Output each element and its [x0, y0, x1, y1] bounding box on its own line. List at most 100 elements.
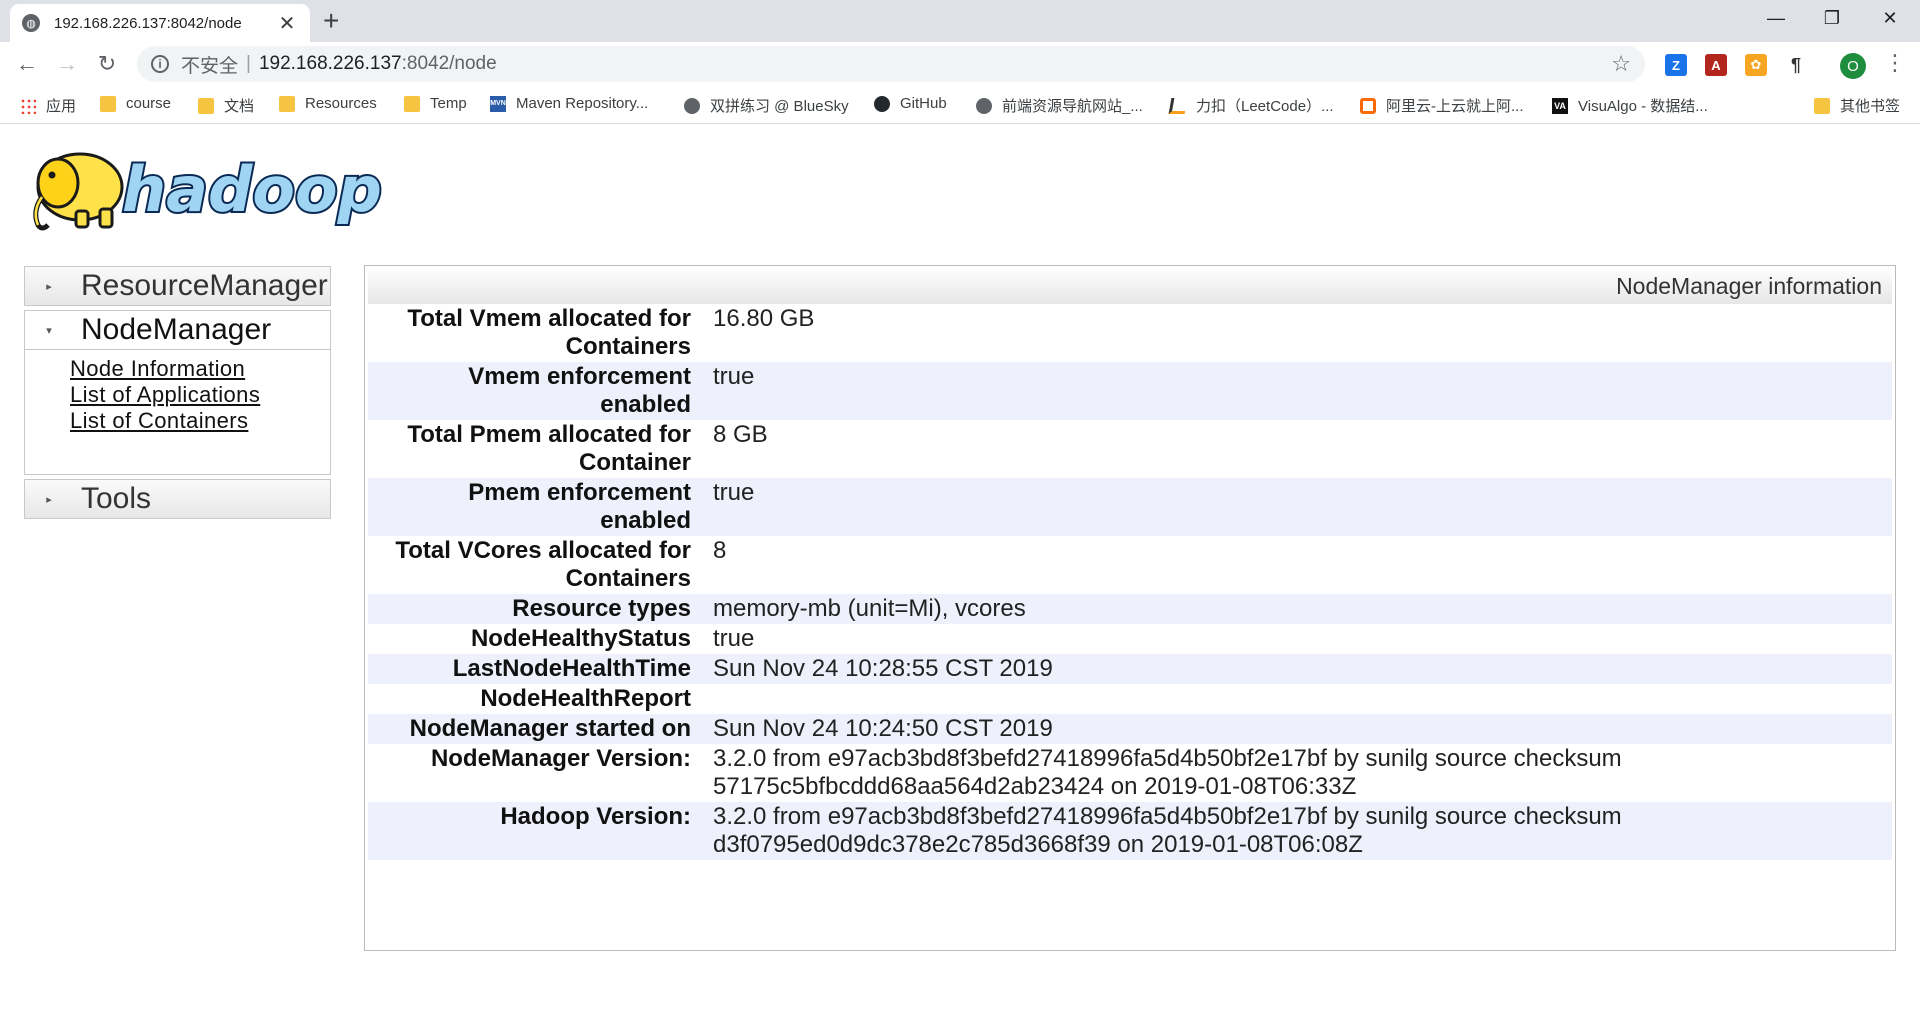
nav-links: Node Information List of Applications Li…: [25, 349, 330, 474]
aliyun-icon: [1360, 97, 1376, 114]
address-bar[interactable]: i 不安全 | 192.168.226.137 :8042/node ☆: [137, 46, 1645, 82]
reload-button[interactable]: ↻: [92, 50, 122, 78]
bookmark-item[interactable]: 阿里云-上云就上阿...: [1360, 95, 1524, 116]
row-value: 3.2.0 from e97acb3bd8f3befd27418996fa5d4…: [713, 745, 1622, 800]
nav-header-label: Tools: [81, 482, 152, 515]
hadoop-logo: hadoop: [33, 151, 384, 231]
bookmark-item[interactable]: course: [100, 95, 171, 112]
row-label: Total Pmem allocated for Container: [407, 421, 691, 476]
left-nav: ▸ ResourceManager ▾ NodeManager Node Inf…: [24, 266, 331, 523]
bookmark-item[interactable]: 其他书签: [1814, 95, 1900, 116]
row-value: 3.2.0 from e97acb3bd8f3befd27418996fa5d4…: [713, 803, 1622, 858]
tab-strip: ◍ 192.168.226.137:8042/node ✕ + — ❐ ✕: [0, 0, 1920, 42]
address-host: 192.168.226.137: [258, 53, 402, 74]
row-value: [713, 684, 1892, 714]
globe-icon: ◍: [22, 14, 40, 32]
new-tab-button[interactable]: +: [323, 7, 339, 35]
bookmark-item[interactable]: 文档: [198, 95, 254, 116]
table-row: Vmem enforcement enabled true: [368, 362, 1892, 420]
bookmark-label: GitHub: [900, 95, 947, 112]
row-value: Sun Nov 24 10:28:55 CST 2019: [713, 655, 1053, 682]
folder-icon: [198, 97, 214, 114]
bookmark-label: 前端资源导航网站_...: [1002, 98, 1143, 115]
bookmark-label: 力扣（LeetCode）...: [1196, 98, 1334, 115]
bookmark-label: Resources: [305, 95, 377, 112]
nav-header-nodemanager[interactable]: ▾ NodeManager: [25, 311, 330, 349]
bookmarks-bar: 应用 course 文档 Resources Temp MVN Maven Re…: [0, 86, 1920, 124]
logo-text: hadoop: [122, 153, 382, 226]
bookmark-item[interactable]: 前端资源导航网站_...: [976, 95, 1143, 116]
nav-header-resourcemanager[interactable]: ▸ ResourceManager: [25, 267, 330, 305]
tab-title: 192.168.226.137:8042/node: [54, 14, 242, 32]
table-row: NodeManager started on Sun Nov 24 10:24:5…: [368, 714, 1892, 744]
expand-arrow-icon: ▸: [46, 280, 52, 293]
back-button[interactable]: ←: [12, 50, 42, 78]
bookmark-label: 应用: [46, 98, 77, 115]
window-close-button[interactable]: ✕: [1864, 0, 1916, 36]
bookmark-label: 文档: [224, 98, 255, 115]
row-value: 8: [713, 537, 727, 564]
forward-button[interactable]: →: [52, 50, 82, 78]
bookmark-item[interactable]: 力扣（LeetCode）...: [1168, 95, 1334, 116]
row-value: 16.80 GB: [713, 305, 815, 332]
row-value: true: [713, 479, 755, 506]
extension-z-icon[interactable]: Z: [1665, 54, 1687, 76]
table-row: NodeHealthyStatus true: [368, 624, 1892, 654]
row-label: NodeManager Version:: [430, 745, 691, 772]
page-content: hadoop ▸ ResourceManager ▾ NodeManager N…: [0, 125, 1920, 1030]
row-value: 8 GB: [713, 421, 768, 448]
bookmark-item[interactable]: 双拼练习 @ BlueSky: [684, 95, 849, 116]
address-separator: |: [246, 53, 251, 74]
bookmark-star-icon[interactable]: ☆: [1611, 51, 1631, 77]
extension-paragraph-icon[interactable]: ¶: [1785, 54, 1807, 76]
table-row: Total Pmem allocated for Container 8 GB: [368, 420, 1892, 478]
table-row: NodeManager Version: 3.2.0 from e97acb3bd…: [368, 744, 1892, 802]
panel-title: NodeManager information: [368, 269, 1892, 304]
globe-icon: [976, 97, 992, 114]
folder-icon: [279, 95, 295, 112]
nav-link-list-of-applications[interactable]: List of Applications: [70, 382, 330, 408]
row-value: true: [713, 363, 755, 390]
visualgo-icon: VA: [1552, 97, 1568, 114]
folder-icon: [1814, 97, 1830, 114]
bookmark-item[interactable]: 应用: [20, 95, 76, 116]
bookmark-item[interactable]: VA VisuAlgo - 数据结...: [1552, 95, 1708, 116]
browser-tab[interactable]: ◍ 192.168.226.137:8042/node ✕: [10, 4, 310, 42]
browser-menu-icon[interactable]: ⋮: [1884, 50, 1906, 76]
github-icon: [874, 95, 890, 112]
bookmark-item[interactable]: MVN Maven Repository...: [490, 95, 648, 112]
nav-header-tools[interactable]: ▸ Tools: [25, 480, 330, 518]
bookmark-label: 其他书签: [1840, 98, 1901, 115]
folder-icon: [404, 95, 420, 112]
bookmark-label: 阿里云-上云就上阿...: [1386, 98, 1524, 115]
close-tab-icon[interactable]: ✕: [276, 11, 298, 36]
row-label: NodeManager started on: [409, 715, 691, 742]
nav-link-node-information[interactable]: Node Information: [70, 356, 330, 382]
profile-avatar[interactable]: O: [1840, 53, 1866, 79]
minimize-button[interactable]: —: [1750, 0, 1802, 36]
bookmark-item[interactable]: Resources: [279, 95, 377, 112]
apps-grid-icon: [20, 97, 36, 114]
restore-button[interactable]: ❐: [1806, 0, 1858, 36]
extension-flower-icon[interactable]: ✿: [1745, 54, 1767, 76]
nav-link-list-of-containers[interactable]: List of Containers: [70, 408, 330, 434]
elephant-icon: [33, 152, 124, 231]
browser-toolbar: ← → ↻ i 不安全 | 192.168.226.137 :8042/node…: [0, 42, 1920, 86]
extension-pdf-icon[interactable]: A: [1705, 54, 1727, 76]
row-label: Total VCores allocated for Containers: [395, 537, 691, 592]
bookmark-item[interactable]: Temp: [404, 95, 467, 112]
info-icon[interactable]: i: [151, 55, 169, 73]
bookmark-label: 双拼练习 @ BlueSky: [710, 98, 849, 115]
row-label: NodeHealthReport: [480, 685, 691, 712]
row-label: NodeHealthyStatus: [470, 625, 691, 652]
bookmark-label: course: [126, 95, 172, 112]
nav-section-resourcemanager: ▸ ResourceManager: [24, 266, 331, 306]
bookmark-item[interactable]: GitHub: [874, 95, 947, 112]
bookmark-label: Maven Repository...: [516, 95, 649, 112]
folder-icon: [100, 95, 116, 112]
row-value: Sun Nov 24 10:24:50 CST 2019: [713, 715, 1053, 742]
table-row: LastNodeHealthTime Sun Nov 24 10:28:55 CS…: [368, 654, 1892, 684]
row-value: true: [713, 625, 755, 652]
table-row: Total VCores allocated for Containers 8: [368, 536, 1892, 594]
address-path: :8042/node: [401, 53, 497, 74]
